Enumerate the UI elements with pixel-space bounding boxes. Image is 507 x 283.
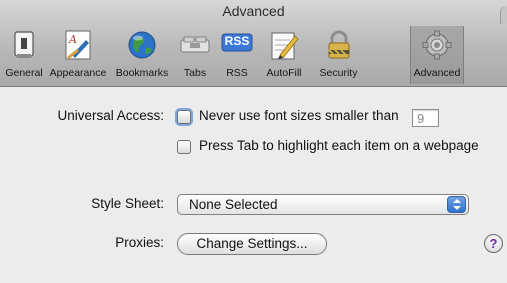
- toolbar-label: General: [5, 67, 43, 79]
- security-lock-icon: [323, 28, 355, 67]
- toolbar-label: Appearance: [49, 67, 107, 79]
- min-font-size-checkbox[interactable]: [177, 110, 191, 124]
- toolbar-item-appearance[interactable]: A Appearance: [47, 26, 109, 84]
- proxies-label: Proxies:: [115, 235, 164, 250]
- universal-access-label: Universal Access:: [57, 108, 164, 123]
- min-font-size-text: Never use font sizes smaller than: [199, 108, 399, 123]
- popup-arrows-icon: [447, 196, 466, 213]
- toolbar-label: RSS: [226, 67, 248, 79]
- appearance-font-icon: A: [62, 28, 94, 67]
- toolbar-label: Security: [319, 67, 358, 79]
- svg-text:A: A: [68, 33, 77, 46]
- advanced-gear-icon: [421, 28, 453, 67]
- window-title: Advanced: [222, 3, 285, 19]
- style-sheet-label: Style Sheet:: [91, 196, 164, 211]
- window-edge: [500, 6, 507, 24]
- preferences-window: Advanced General A Appearance Bookmarks …: [0, 0, 507, 283]
- tab-highlight-checkbox[interactable]: [177, 140, 191, 154]
- toolbar-label: Bookmarks: [115, 67, 169, 79]
- bookmarks-globe-icon: [126, 28, 158, 67]
- style-sheet-value: None Selected: [189, 197, 278, 212]
- toolbar-label: Tabs: [183, 67, 207, 79]
- toolbar-item-bookmarks[interactable]: Bookmarks: [111, 26, 173, 84]
- rss-badge-text: RSS: [224, 34, 250, 48]
- toolbar-item-general[interactable]: General: [2, 26, 46, 84]
- general-switch-icon: [9, 28, 39, 67]
- toolbar-item-advanced[interactable]: Advanced: [410, 26, 464, 84]
- toolbar: Advanced General A Appearance Bookmarks …: [0, 0, 507, 87]
- help-button[interactable]: ?: [484, 234, 503, 253]
- toolbar-item-rss[interactable]: RSS RSS: [217, 26, 257, 84]
- change-settings-button[interactable]: Change Settings...: [177, 233, 327, 255]
- toolbar-label: Advanced: [413, 67, 461, 79]
- toolbar-item-tabs[interactable]: Tabs: [175, 26, 215, 84]
- toolbar-item-autofill[interactable]: AutoFill: [258, 26, 310, 84]
- toolbar-item-security[interactable]: Security: [311, 26, 366, 84]
- min-font-size-field[interactable]: 9: [412, 109, 439, 127]
- tabs-icon: [179, 28, 211, 67]
- style-sheet-popup[interactable]: None Selected: [177, 194, 469, 215]
- tab-highlight-text: Press Tab to highlight each item on a we…: [199, 138, 479, 153]
- rss-icon: RSS: [220, 28, 254, 67]
- autofill-pencil-icon: [268, 28, 300, 67]
- toolbar-label: AutoFill: [266, 67, 302, 79]
- advanced-pane: Universal Access: Never use font sizes s…: [0, 88, 507, 283]
